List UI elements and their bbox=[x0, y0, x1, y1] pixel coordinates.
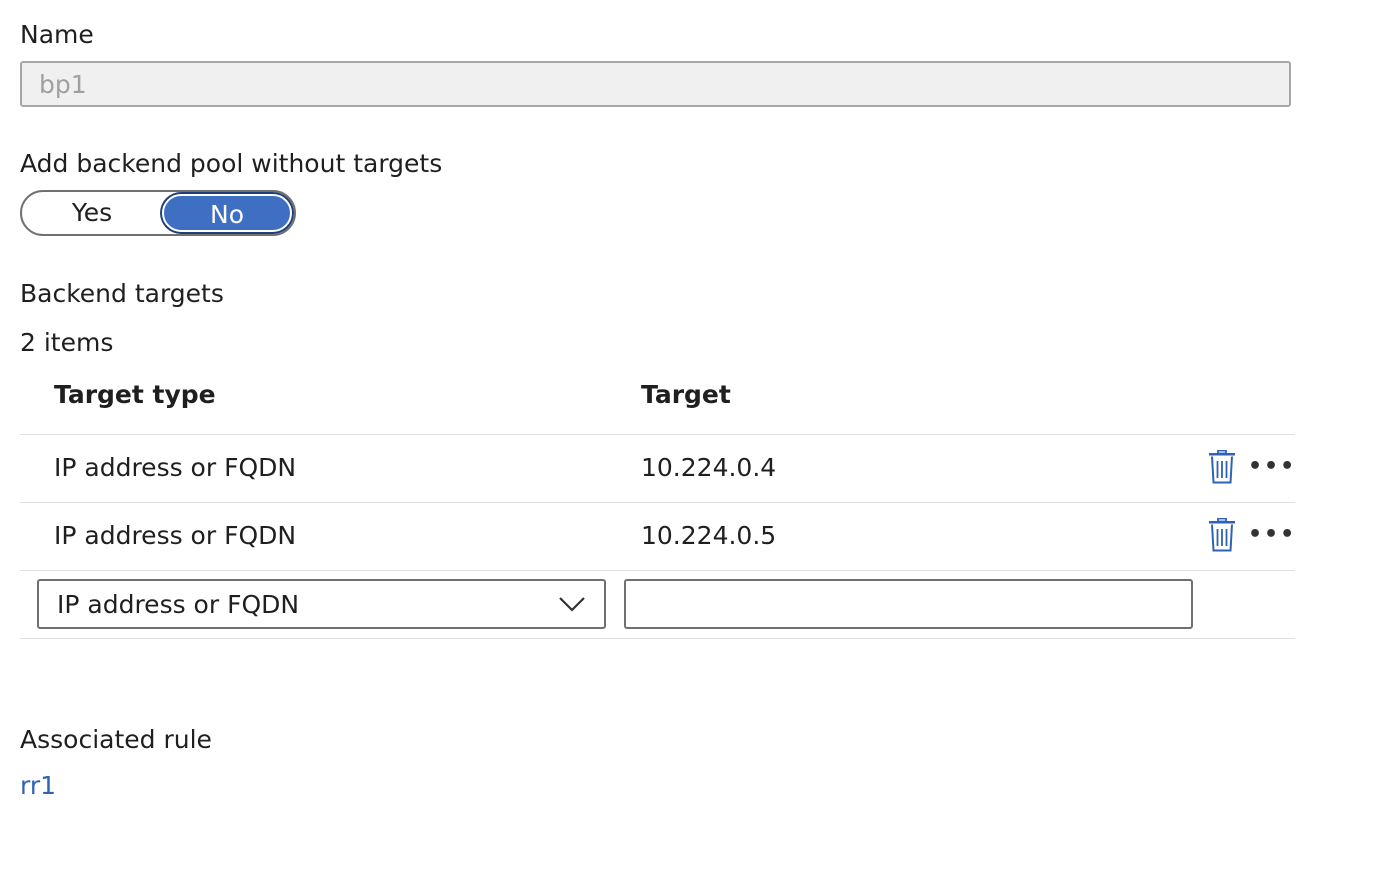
toggle-yes-option[interactable]: Yes bbox=[24, 194, 160, 232]
associated-rule-label: Associated rule bbox=[20, 725, 212, 754]
name-label: Name bbox=[20, 20, 94, 49]
items-count: 2 items bbox=[20, 328, 114, 357]
row-divider bbox=[20, 638, 1295, 639]
more-options-icon[interactable]: ••• bbox=[1248, 456, 1296, 478]
row-target-value: 10.224.0.4 bbox=[641, 453, 777, 482]
row-target-type: IP address or FQDN bbox=[54, 453, 297, 482]
row-divider bbox=[20, 570, 1295, 571]
yes-no-toggle: Yes No bbox=[20, 190, 296, 236]
more-options-icon[interactable]: ••• bbox=[1248, 524, 1296, 546]
name-input[interactable] bbox=[20, 61, 1291, 107]
delete-icon[interactable] bbox=[1208, 518, 1236, 552]
header-divider bbox=[20, 434, 1295, 435]
row-divider bbox=[20, 502, 1295, 503]
toggle-no-option[interactable]: No bbox=[162, 194, 292, 232]
row-target-value: 10.224.0.5 bbox=[641, 521, 777, 550]
row-target-type: IP address or FQDN bbox=[54, 521, 297, 550]
pool-option-label: Add backend pool without targets bbox=[20, 149, 443, 178]
delete-icon[interactable] bbox=[1208, 450, 1236, 484]
column-header-target-type: Target type bbox=[54, 380, 216, 409]
row-actions: ••• bbox=[1208, 450, 1296, 484]
associated-rule-link[interactable]: rr1 bbox=[20, 771, 56, 801]
chevron-down-icon bbox=[559, 597, 585, 612]
backend-targets-heading: Backend targets bbox=[20, 279, 224, 308]
column-header-target: Target bbox=[641, 380, 731, 409]
target-input[interactable] bbox=[624, 579, 1193, 629]
target-type-dropdown[interactable]: IP address or FQDN bbox=[37, 579, 606, 629]
row-actions: ••• bbox=[1208, 518, 1296, 552]
target-type-selected: IP address or FQDN bbox=[57, 590, 300, 619]
